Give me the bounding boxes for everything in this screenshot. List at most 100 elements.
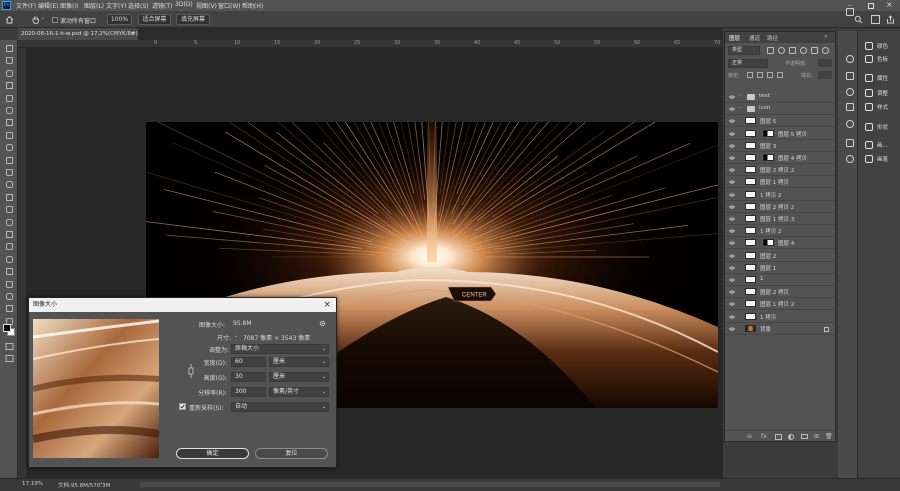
filter-toggle-icon[interactable] xyxy=(822,47,829,54)
libraries-icon[interactable] xyxy=(846,155,854,163)
menu-item[interactable]: 帮助(H) xyxy=(242,1,263,10)
layer-mask-thumbnail[interactable] xyxy=(763,154,774,161)
settings-gear-icon[interactable] xyxy=(319,320,326,327)
eye-icon[interactable] xyxy=(729,131,735,137)
eye-icon[interactable] xyxy=(729,167,735,173)
disclosure-chevron-icon[interactable]: › xyxy=(739,93,741,99)
layer-row[interactable]: 1 拷贝 2 xyxy=(725,189,835,201)
character-icon[interactable] xyxy=(846,120,854,128)
eye-icon[interactable] xyxy=(729,94,735,100)
resolution-input[interactable]: 300 xyxy=(231,387,266,397)
layer-row[interactable]: 图层 1 拷贝 2 xyxy=(725,298,835,311)
close-icon[interactable]: × xyxy=(886,0,893,9)
layer-row[interactable]: 图层 4 拷贝 xyxy=(725,152,835,164)
width-unit-select[interactable]: 厘米 ⌄ xyxy=(269,357,329,367)
glyphs-icon[interactable] xyxy=(846,139,854,147)
dock-item[interactable]: 画笔 xyxy=(862,153,898,165)
document-tab[interactable]: 2020-08-16-1-h-w.psd @ 17.2%(CMYK/8#) × xyxy=(18,28,138,40)
tab-paths[interactable]: 路径 xyxy=(767,34,778,42)
eye-icon[interactable] xyxy=(729,289,735,295)
quick-mask-icon[interactable] xyxy=(5,342,14,351)
actions-icon[interactable] xyxy=(846,88,854,96)
layer-mask-thumbnail[interactable] xyxy=(763,129,774,137)
layer-row[interactable]: 图层 2 拷贝 2 xyxy=(725,164,835,177)
height-unit-select[interactable]: 厘米 ⌄ xyxy=(269,372,329,382)
eye-icon[interactable] xyxy=(729,314,735,320)
lasso-tool-icon[interactable] xyxy=(5,81,14,90)
brush-tool-icon[interactable] xyxy=(5,156,14,165)
layer-row[interactable]: 图层 4 xyxy=(725,237,835,250)
photoshop-logo-icon[interactable]: Ps xyxy=(2,1,11,10)
filter-type-icon[interactable] xyxy=(789,47,796,54)
type-tool-icon[interactable] xyxy=(5,255,14,264)
dialog-preview-image[interactable] xyxy=(33,319,159,458)
menu-item[interactable]: 图层(L) xyxy=(84,1,104,10)
dock-item[interactable]: 样式 xyxy=(862,101,898,113)
eye-icon[interactable] xyxy=(729,143,735,149)
opacity-input[interactable] xyxy=(818,59,832,67)
layer-kind-filter[interactable]: 类型 xyxy=(728,46,760,55)
dock-item[interactable]: 属性 xyxy=(862,72,898,84)
panel-collapse-icon[interactable]: » xyxy=(824,33,828,40)
move-tool-icon[interactable] xyxy=(5,44,14,53)
eye-icon[interactable] xyxy=(729,301,735,307)
foreground-color-swatch[interactable] xyxy=(3,324,11,332)
share-icon[interactable] xyxy=(886,15,895,24)
ok-button[interactable]: 确定 xyxy=(176,448,249,459)
menu-item[interactable]: 选择(S) xyxy=(128,1,149,10)
layer-row[interactable]: 图层 5 拷贝 xyxy=(725,128,835,140)
filter-shape-icon[interactable] xyxy=(800,47,807,54)
dock-item[interactable]: 色板 xyxy=(862,53,898,65)
status-menu-chevron-icon[interactable]: › xyxy=(100,480,102,487)
resample-select[interactable]: 自动 ⌄ xyxy=(231,402,329,412)
layer-row[interactable]: 1 xyxy=(725,274,835,286)
height-input[interactable]: 30 xyxy=(231,372,266,382)
eye-icon[interactable] xyxy=(729,192,735,198)
layer-mask-thumbnail[interactable] xyxy=(763,239,774,247)
eye-icon[interactable] xyxy=(729,277,735,283)
tool-preset-dropdown-icon[interactable]: ⌄ xyxy=(41,15,45,21)
path-select-icon[interactable] xyxy=(5,267,14,276)
quick-select-icon[interactable] xyxy=(5,94,14,103)
menu-item[interactable]: 文件(F) xyxy=(16,1,36,10)
menu-item[interactable]: 滤镜(T) xyxy=(152,1,172,10)
layer-row[interactable]: 图层 2 xyxy=(725,250,835,262)
fill-input[interactable] xyxy=(818,71,832,79)
fx-icon[interactable]: fx xyxy=(761,433,767,440)
resample-checkbox[interactable] xyxy=(179,403,186,410)
eye-icon[interactable] xyxy=(729,204,735,210)
menu-item[interactable]: 视图(V) xyxy=(196,1,217,10)
fit-screen-button[interactable]: 适合屏幕 xyxy=(138,14,171,25)
adjustment-layer-icon[interactable] xyxy=(788,434,794,440)
history-icon[interactable] xyxy=(846,8,854,16)
eye-icon[interactable] xyxy=(729,253,735,259)
layer-row[interactable]: 图层 3 xyxy=(725,140,835,152)
fit-to-select[interactable]: 原稿大小 ⌄ xyxy=(231,344,329,354)
rectangle-tool-icon[interactable] xyxy=(5,280,14,289)
reset-button[interactable]: 复位 xyxy=(255,448,328,459)
dimensions-chevron-icon[interactable]: ⌄ xyxy=(234,333,238,339)
document-tab-close-icon[interactable]: × xyxy=(130,28,135,40)
add-mask-icon[interactable] xyxy=(775,434,782,440)
horizontal-scrollbar[interactable] xyxy=(140,482,720,487)
layer-row[interactable]: › icon xyxy=(725,103,835,116)
paragraph-icon[interactable] xyxy=(846,103,854,111)
eyedropper-icon[interactable] xyxy=(5,131,14,140)
dodge-tool-icon[interactable] xyxy=(5,230,14,239)
layer-row[interactable]: 图层 1 xyxy=(725,262,835,274)
eye-icon[interactable] xyxy=(729,326,735,332)
eye-icon[interactable] xyxy=(729,216,735,222)
zoom-100-button[interactable]: 100% xyxy=(107,14,132,25)
blur-tool-icon[interactable] xyxy=(5,218,14,227)
navigator-icon[interactable] xyxy=(846,72,854,80)
filter-smart-icon[interactable] xyxy=(811,47,818,54)
menu-item[interactable]: 3D(D) xyxy=(175,1,193,8)
eye-icon[interactable] xyxy=(729,240,735,246)
gradient-tool-icon[interactable] xyxy=(5,205,14,214)
home-icon[interactable] xyxy=(5,15,14,24)
dock-item[interactable]: 形状 xyxy=(862,121,898,133)
menu-item[interactable]: 编辑(E) xyxy=(38,1,58,10)
scroll-all-checkbox[interactable] xyxy=(52,17,58,23)
filter-pixel-icon[interactable] xyxy=(767,47,774,54)
menu-item[interactable]: 文字(Y) xyxy=(106,1,126,10)
